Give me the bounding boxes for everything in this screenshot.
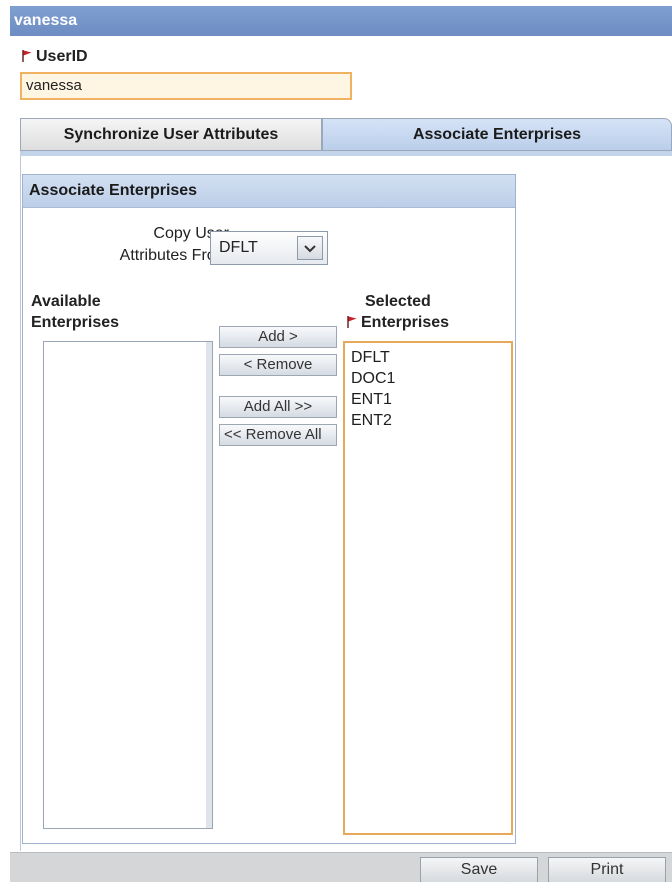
available-enterprises-list[interactable] — [43, 341, 213, 829]
list-item[interactable]: ENT1 — [351, 389, 505, 410]
copy-attributes-value: DFLT — [219, 239, 258, 256]
required-flag-icon — [347, 316, 357, 328]
remove-button[interactable]: < Remove — [219, 354, 337, 376]
associate-enterprises-panel: Associate Enterprises Copy User Attribut… — [22, 174, 516, 844]
selected-enterprises-list[interactable]: DFLT DOC1 ENT1 ENT2 — [343, 341, 513, 835]
list-item[interactable]: ENT2 — [351, 410, 505, 431]
add-all-button[interactable]: Add All >> — [219, 396, 337, 418]
userid-field[interactable]: vanessa — [20, 72, 352, 100]
window-title-bar: vanessa — [10, 6, 672, 36]
page: vanessa UserID vanessa Synchronize User … — [0, 0, 672, 882]
userid-label: UserID — [22, 48, 88, 66]
list-item[interactable]: DFLT — [351, 347, 505, 368]
add-button[interactable]: Add > — [219, 326, 337, 348]
tab-synchronize-user-attributes[interactable]: Synchronize User Attributes — [20, 118, 322, 152]
save-button[interactable]: Save — [420, 857, 538, 882]
list-item[interactable]: DOC1 — [351, 368, 505, 389]
copy-attributes-label: Copy User Attributes From — [119, 225, 229, 264]
selected-enterprises-label: Selected Enterprises — [347, 291, 507, 333]
remove-all-button[interactable]: << Remove All — [219, 424, 337, 446]
tab-bar: Synchronize User Attributes Associate En… — [20, 118, 672, 154]
window-title: vanessa — [14, 12, 78, 29]
panel-title: Associate Enterprises — [23, 175, 515, 208]
footer-bar: Save Print — [10, 852, 672, 882]
available-enterprises-label: Available Enterprises — [31, 293, 120, 331]
print-button[interactable]: Print — [548, 857, 666, 882]
copy-attributes-select[interactable]: DFLT — [210, 231, 328, 265]
tab-associate-enterprises[interactable]: Associate Enterprises — [322, 118, 672, 152]
required-flag-icon — [22, 50, 32, 62]
chevron-down-icon[interactable] — [297, 236, 323, 260]
